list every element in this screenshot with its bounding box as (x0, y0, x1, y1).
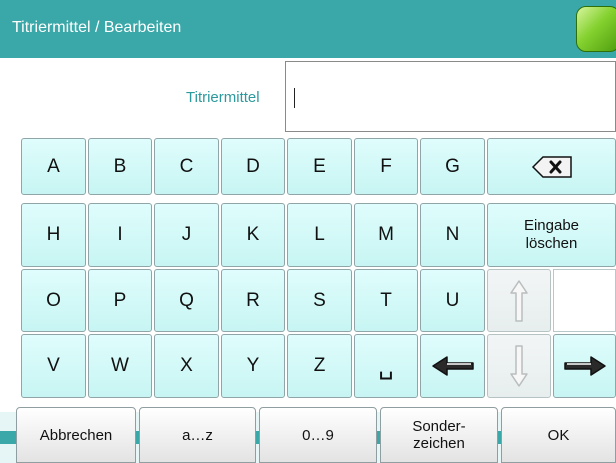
key-t[interactable]: T (354, 269, 418, 332)
clear-input-label-line-2: löschen (525, 235, 578, 252)
clear-input-button[interactable]: Eingabe löschen (487, 203, 616, 267)
key-f[interactable]: F (354, 138, 418, 195)
title-bar: Titriermittel / Bearbeiten (0, 0, 616, 58)
text-caret (294, 88, 295, 108)
key-m[interactable]: M (354, 203, 418, 267)
status-led (576, 6, 616, 52)
key-o[interactable]: O (21, 269, 86, 332)
arrow-up-icon (510, 279, 528, 322)
key-g[interactable]: G (420, 138, 485, 195)
cursor-down-button[interactable] (487, 334, 551, 398)
key-p[interactable]: P (88, 269, 152, 332)
cursor-up-button[interactable] (487, 269, 551, 332)
clear-input-label-line-1: Eingabe (523, 217, 580, 234)
cursor-left-button[interactable] (420, 334, 485, 398)
backspace-button[interactable] (487, 138, 616, 195)
key-h[interactable]: H (21, 203, 86, 267)
ok-button[interactable]: OK (501, 407, 616, 463)
arrow-left-icon (431, 356, 474, 376)
backspace-icon (531, 155, 572, 178)
key-c[interactable]: C (154, 138, 219, 195)
empty-keyboard-cell (553, 269, 616, 332)
special-characters-line-2: zeichen (413, 435, 465, 452)
space-key[interactable]: ␣ (354, 334, 418, 398)
page-title: Titriermittel / Bearbeiten (12, 19, 182, 36)
keyboard-screen: Titriermittel / Bearbeiten Titriermittel… (0, 0, 616, 463)
arrow-down-icon (510, 345, 528, 387)
key-j[interactable]: J (154, 203, 219, 267)
special-characters-line-1: Sonder- (412, 418, 466, 435)
key-r[interactable]: R (221, 269, 285, 332)
key-k[interactable]: K (221, 203, 285, 267)
cursor-right-button[interactable] (553, 334, 616, 398)
key-x[interactable]: X (154, 334, 219, 398)
key-v[interactable]: V (21, 334, 86, 398)
titriermittel-input[interactable] (285, 61, 616, 132)
key-d[interactable]: D (221, 138, 285, 195)
field-label: Titriermittel (186, 89, 260, 106)
key-s[interactable]: S (287, 269, 352, 332)
key-q[interactable]: Q (154, 269, 219, 332)
key-e[interactable]: E (287, 138, 352, 195)
cancel-button[interactable]: Abbrechen (16, 407, 136, 463)
key-y[interactable]: Y (221, 334, 285, 398)
numbers-button[interactable]: 0…9 (259, 407, 377, 463)
key-w[interactable]: W (88, 334, 152, 398)
lowercase-button[interactable]: a…z (139, 407, 256, 463)
key-a[interactable]: A (21, 138, 86, 195)
key-u[interactable]: U (420, 269, 485, 332)
arrow-right-icon (563, 356, 606, 376)
key-b[interactable]: B (88, 138, 152, 195)
key-z[interactable]: Z (287, 334, 352, 398)
special-characters-button[interactable]: Sonder- zeichen (380, 407, 498, 463)
key-l[interactable]: L (287, 203, 352, 267)
key-i[interactable]: I (88, 203, 152, 267)
key-n[interactable]: N (420, 203, 485, 267)
